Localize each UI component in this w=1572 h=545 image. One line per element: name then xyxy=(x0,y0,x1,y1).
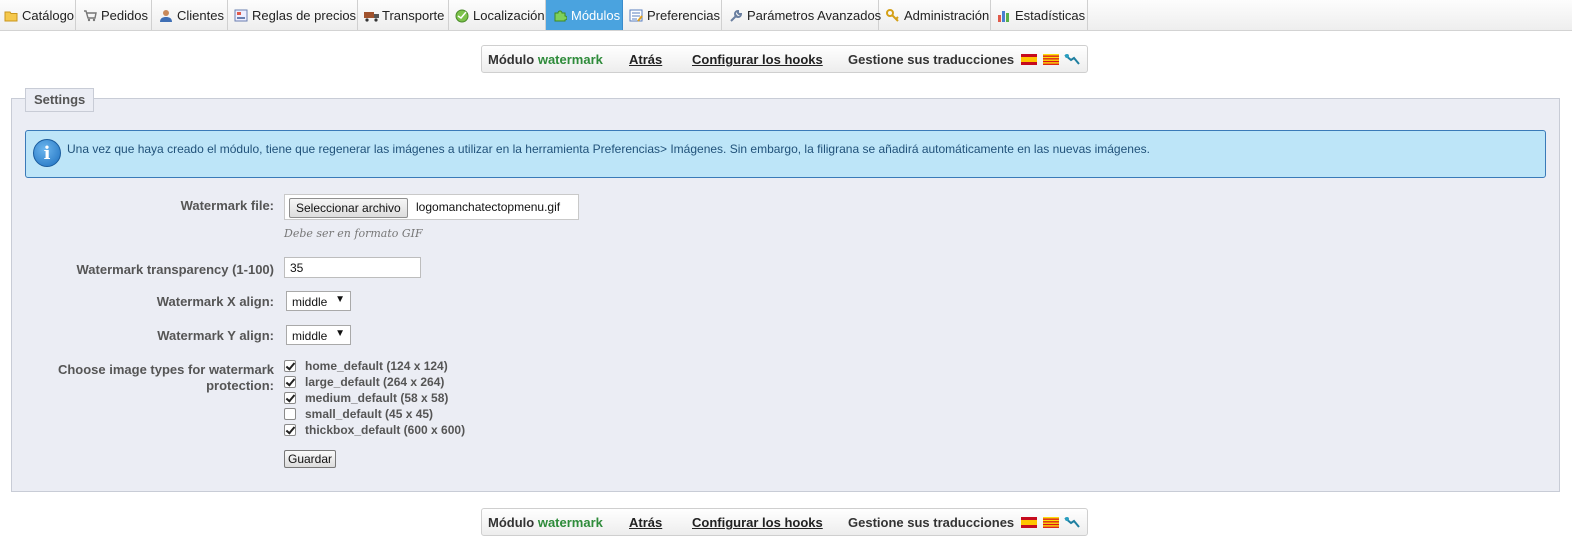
choose-file-button[interactable]: Seleccionar archivo xyxy=(289,198,408,218)
tab-label: Administración xyxy=(904,7,990,23)
module-toolbar-top: Módulo watermark Atrás Configurar los ho… xyxy=(481,45,1088,73)
back-link[interactable]: Atrás xyxy=(629,515,662,530)
watermark-file-label: Watermark file: xyxy=(180,198,274,213)
tab-label: Transporte xyxy=(382,7,445,23)
transparency-input[interactable]: 35 xyxy=(284,257,421,278)
tab-label: Pedidos xyxy=(101,7,148,23)
module-toolbar-bottom: Módulo watermark Atrás Configurar los ho… xyxy=(481,508,1088,536)
watermark-file-input[interactable]: Seleccionar archivo logomanchatectopmenu… xyxy=(284,194,579,220)
tab-label: Parámetros Avanzados xyxy=(747,7,882,23)
dropdown-arrow-icon: ▼ xyxy=(335,328,345,339)
tab-localizacion[interactable]: Localización xyxy=(449,0,546,30)
configure-hooks-link[interactable]: Configurar los hooks xyxy=(692,52,823,67)
tab-label: Preferencias xyxy=(647,7,720,23)
back-link[interactable]: Atrás xyxy=(629,52,662,67)
globe-icon xyxy=(455,9,469,22)
save-button[interactable]: Guardar xyxy=(284,450,337,468)
tab-transporte[interactable]: Transporte xyxy=(358,0,449,30)
tab-administracion[interactable]: Administración xyxy=(879,0,991,30)
tab-clientes[interactable]: Clientes xyxy=(152,0,228,30)
preferences-icon xyxy=(629,9,643,22)
spain-flag-icon[interactable] xyxy=(1021,54,1037,65)
tab-parametros-avanzados[interactable]: Parámetros Avanzados xyxy=(722,0,882,30)
tab-estadisticas[interactable]: Estadísticas xyxy=(991,0,1088,30)
user-icon xyxy=(159,9,173,22)
tab-label: Estadísticas xyxy=(1015,7,1086,23)
price-rules-icon xyxy=(234,9,248,22)
folder-icon xyxy=(4,9,18,22)
image-type-option[interactable]: medium_default (58 x 58) xyxy=(284,390,448,406)
image-types-label: Choose image types for watermark protect… xyxy=(57,362,274,393)
module-label: Módulo watermark xyxy=(488,515,603,530)
cart-icon xyxy=(83,9,97,22)
tab-reglas-de-precios[interactable]: Reglas de precios xyxy=(228,0,358,30)
tab-label: Localización xyxy=(473,7,545,23)
module-name: watermark xyxy=(537,52,603,67)
tab-label: Reglas de precios xyxy=(252,7,357,23)
tab-label: Clientes xyxy=(177,7,224,23)
y-align-label: Watermark Y align: xyxy=(157,328,274,343)
tab-preferencias[interactable]: Preferencias xyxy=(623,0,722,30)
configure-hooks-link[interactable]: Configurar los hooks xyxy=(692,515,823,530)
image-type-option[interactable]: large_default (264 x 264) xyxy=(284,374,444,390)
transparency-label: Watermark transparency (1-100) xyxy=(76,262,275,277)
tab-label: Módulos xyxy=(571,7,621,23)
image-type-option[interactable]: small_default (45 x 45) xyxy=(284,406,433,422)
dropdown-arrow-icon: ▼ xyxy=(335,294,345,305)
y-align-value: middle xyxy=(292,329,328,343)
module-label: Módulo watermark xyxy=(488,52,603,67)
x-align-value: middle xyxy=(292,295,328,309)
translations-label: Gestione sus traducciones xyxy=(848,515,1015,530)
checkbox[interactable] xyxy=(284,376,296,388)
x-align-label: Watermark X align: xyxy=(156,294,274,309)
truck-icon xyxy=(364,9,379,22)
tab-catalogo[interactable]: Catálogo xyxy=(0,0,76,30)
catalonia-flag-icon[interactable] xyxy=(1043,54,1059,65)
edit-translation-icon[interactable] xyxy=(1064,516,1080,528)
key-icon xyxy=(886,8,900,22)
spain-flag-icon[interactable] xyxy=(1021,517,1037,528)
file-format-hint: Debe ser en formato GIF xyxy=(284,227,423,240)
selected-filename: logomanchatectopmenu.gif xyxy=(416,200,561,214)
x-align-select[interactable]: middle ▼ xyxy=(286,291,351,311)
y-align-select[interactable]: middle ▼ xyxy=(286,325,351,345)
settings-legend: Settings xyxy=(25,88,95,112)
puzzle-icon xyxy=(553,9,568,22)
image-type-option[interactable]: home_default (124 x 124) xyxy=(284,358,448,374)
checkbox[interactable] xyxy=(284,424,296,436)
edit-translation-icon[interactable] xyxy=(1064,53,1080,65)
tab-pedidos[interactable]: Pedidos xyxy=(76,0,152,30)
checkbox[interactable] xyxy=(284,392,296,404)
checkbox[interactable] xyxy=(284,408,296,420)
module-name: watermark xyxy=(537,515,603,530)
info-message: i Una vez que haya creado el módulo, tie… xyxy=(25,130,1546,178)
top-navigation: Catálogo Pedidos Clientes Reglas de prec… xyxy=(0,0,1572,31)
checkbox[interactable] xyxy=(284,360,296,372)
catalonia-flag-icon[interactable] xyxy=(1043,517,1059,528)
stats-icon xyxy=(997,9,1011,22)
info-icon: i xyxy=(33,139,61,167)
tab-label: Catálogo xyxy=(22,7,75,23)
image-type-option[interactable]: thickbox_default (600 x 600) xyxy=(284,422,465,438)
translations-label: Gestione sus traducciones xyxy=(848,52,1015,67)
wrench-icon xyxy=(729,9,743,22)
tab-modulos[interactable]: Módulos xyxy=(546,0,623,30)
info-text: Una vez que haya creado el módulo, tiene… xyxy=(67,142,1150,156)
